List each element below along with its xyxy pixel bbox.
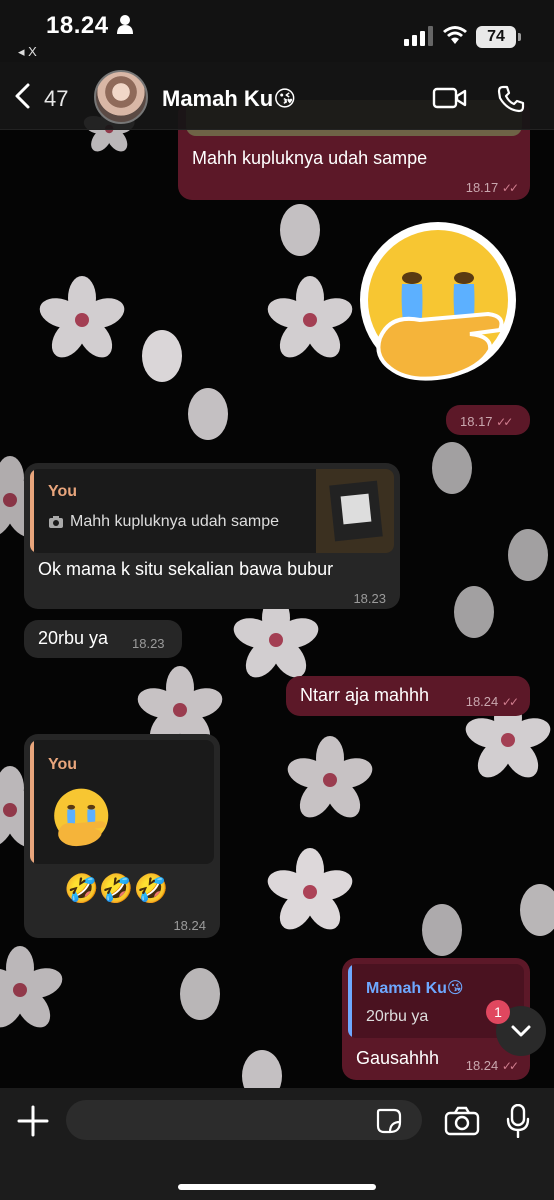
camera-icon [49,516,63,528]
crying-emoji-icon [54,788,109,847]
message-time: 18.23 [132,636,165,651]
message-input-bar [0,1088,554,1200]
status-bar: 18.24 ◂ X 74 [0,0,554,62]
message-time: 18.23 [353,591,386,606]
message-time: 18.17 ✓✓ [460,414,513,429]
signal-icon [404,26,433,46]
chat-header: 47 Mamah Ku😘 [0,62,554,130]
message-input[interactable] [66,1100,422,1140]
incoming-message[interactable]: You 🤣🤣🤣 18.24 [24,734,220,938]
outgoing-message[interactable]: Ntarr aja mahhh 18.24 ✓✓ [286,676,530,716]
quote-photo-thumbnail [316,469,394,553]
message-time: 18.17 ✓✓ [465,180,519,195]
quote-bar [30,469,34,553]
quote-text: Mahh kupluknya udah sampe [70,513,280,530]
microphone-icon[interactable] [506,1104,530,1138]
unread-badge: 1 [486,1000,510,1024]
message-time: 18.24 [173,918,206,933]
quote-bar [348,964,352,1038]
person-icon [117,15,133,34]
chevron-down-icon [511,1025,531,1037]
sticker-icon[interactable] [376,1108,402,1134]
quoted-message[interactable]: You Mahh kupluknya udah sampe [30,469,394,553]
incoming-message[interactable]: 20rbu ya 18.23 [24,620,182,658]
status-time: 18.24 [46,12,109,39]
chevron-left-icon[interactable] [12,82,34,110]
back-to-app-link[interactable]: ◂ X [18,44,37,60]
message-time: 18.24 ✓✓ [465,694,519,709]
quote-author: Mamah Ku😘 [366,980,464,997]
message-text: Ntarr aja mahhh [300,685,430,705]
wifi-icon [443,26,467,44]
sticker-time-bubble: 18.17 ✓✓ [446,405,530,435]
message-text: Mahh kupluknya udah sampe [192,148,428,168]
quoted-message[interactable]: You [30,740,214,864]
unread-chats-count[interactable]: 47 [44,86,68,112]
message-time: 18.24 ✓✓ [465,1058,519,1073]
battery-tip [518,33,521,41]
quote-text: 20rbu ya [366,1008,429,1025]
crying-emoji-sticker[interactable] [360,218,520,394]
home-indicator[interactable] [178,1184,376,1190]
avatar[interactable] [94,70,148,124]
message-text: Gausahhh [356,1048,440,1068]
message-text: 🤣🤣🤣 [64,873,169,904]
video-call-icon[interactable] [432,86,468,110]
message-text: Ok mama k situ sekalian bawa bubur [38,559,334,579]
quote-author: You [48,756,78,773]
camera-icon[interactable] [444,1106,480,1136]
incoming-message[interactable]: You Mahh kupluknya udah sampe Ok mama k … [24,463,400,609]
plus-icon[interactable] [16,1104,50,1138]
quote-bar [30,740,34,864]
contact-name[interactable]: Mamah Ku😘 [162,86,296,112]
quote-author: You [48,483,78,500]
battery-indicator: 74 [476,26,516,48]
message-text: 20rbu ya [38,628,109,648]
phone-call-icon[interactable] [496,84,526,114]
